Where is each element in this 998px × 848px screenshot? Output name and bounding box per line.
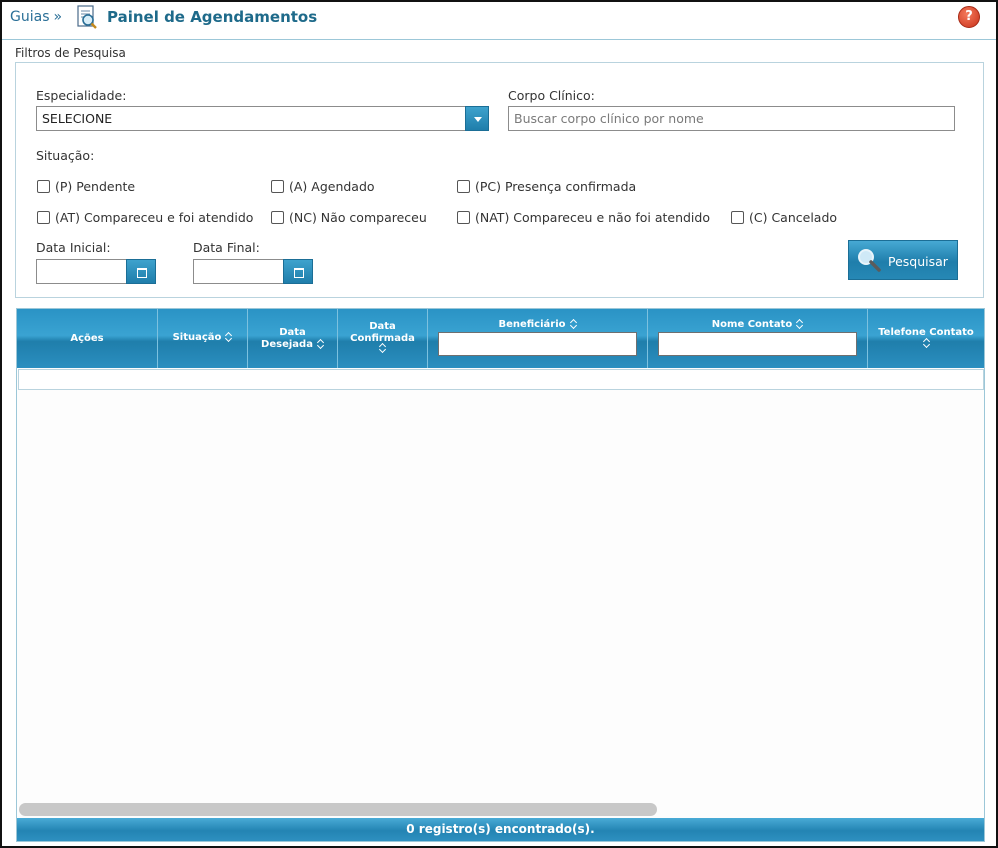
situacao-nao-compareceu-checkbox[interactable]: (NC) Não compareceu: [271, 210, 427, 225]
grid-footer: 0 registro(s) encontrado(s).: [17, 818, 984, 841]
checkbox-label: (C) Cancelado: [749, 210, 838, 225]
column-label: Ações: [70, 333, 104, 344]
situacao-label: Situação:: [36, 148, 95, 163]
breadcrumb-separator: »: [53, 9, 63, 25]
search-button-label: Pesquisar: [888, 254, 948, 269]
checkbox-label: (AT) Compareceu e foi atendido: [55, 210, 254, 225]
checkbox-box[interactable]: [37, 211, 50, 224]
checkbox-box[interactable]: [457, 180, 470, 193]
sort-icon[interactable]: [923, 338, 930, 348]
column-label: Nome Contato: [711, 319, 793, 330]
nome-contato-filter-input[interactable]: [658, 332, 857, 356]
sort-icon[interactable]: [570, 319, 577, 329]
horizontal-scrollbar[interactable]: [19, 803, 657, 816]
checkbox-label: (P) Pendente: [55, 179, 136, 194]
magnifier-icon: [858, 249, 881, 272]
checkbox-label: (PC) Presença confirmada: [475, 179, 637, 194]
corpo-clinico-label: Corpo Clínico:: [508, 88, 595, 103]
column-acoes: Ações: [17, 309, 158, 368]
column-label: Telefone Contato: [878, 327, 974, 338]
sort-icon[interactable]: [225, 332, 232, 342]
beneficiario-filter-input[interactable]: [438, 332, 637, 356]
data-final-input[interactable]: [193, 259, 284, 284]
column-label: Desejada: [261, 339, 313, 350]
filters-legend: Filtros de Pesquisa: [15, 46, 126, 60]
checkbox-box[interactable]: [37, 180, 50, 193]
column-data-confirmada[interactable]: Data Confirmada: [338, 309, 428, 368]
help-icon[interactable]: ?: [958, 6, 980, 28]
situacao-agendado-checkbox[interactable]: (A) Agendado: [271, 179, 375, 194]
checkbox-box[interactable]: [271, 211, 284, 224]
breadcrumb-guias[interactable]: Guias: [10, 9, 49, 25]
results-grid: Ações Situação Data Desejada Data Confir…: [16, 308, 985, 842]
especialidade-value: SELECIONE: [42, 111, 113, 126]
checkbox-box[interactable]: [271, 180, 284, 193]
document-search-icon: [77, 5, 97, 29]
sort-icon[interactable]: [317, 339, 324, 349]
chevron-down-icon[interactable]: [465, 106, 489, 131]
column-data-desejada[interactable]: Data Desejada: [248, 309, 338, 368]
checkbox-label: (NAT) Compareceu e não foi atendido: [475, 210, 710, 225]
column-telefone-contato[interactable]: Telefone Contato: [868, 309, 984, 368]
column-label: Data: [369, 321, 396, 332]
situacao-atendido-checkbox[interactable]: (AT) Compareceu e foi atendido: [37, 210, 253, 225]
sort-icon[interactable]: [379, 343, 386, 353]
checkbox-label: (NC) Não compareceu: [289, 210, 427, 225]
situacao-cancelado-checkbox[interactable]: (C) Cancelado: [731, 210, 837, 225]
breadcrumb[interactable]: Guias»: [10, 9, 62, 25]
column-situacao[interactable]: Situação: [158, 309, 248, 368]
data-final-label: Data Final:: [193, 240, 260, 255]
situacao-nao-atendido-checkbox[interactable]: (NAT) Compareceu e não foi atendido: [457, 210, 710, 225]
column-beneficiario[interactable]: Beneficiário: [428, 309, 648, 368]
checkbox-box[interactable]: [731, 211, 744, 224]
checkbox-label: (A) Agendado: [289, 179, 375, 194]
sort-icon[interactable]: [796, 319, 803, 329]
situacao-presenca-confirmada-checkbox[interactable]: (PC) Presença confirmada: [457, 179, 636, 194]
calendar-icon[interactable]: [283, 259, 313, 284]
corpo-clinico-input[interactable]: [508, 106, 955, 131]
column-label: Beneficiário: [498, 319, 566, 330]
table-row: [18, 369, 984, 390]
column-label: Data: [279, 327, 306, 338]
data-inicial-input[interactable]: [36, 259, 127, 284]
page-title: Painel de Agendamentos: [107, 8, 318, 26]
situacao-pendente-checkbox[interactable]: (P) Pendente: [37, 179, 135, 194]
grid-header: Ações Situação Data Desejada Data Confir…: [17, 309, 984, 368]
data-inicial-label: Data Inicial:: [36, 240, 111, 255]
column-label: Situação: [172, 332, 222, 343]
column-nome-contato[interactable]: Nome Contato: [648, 309, 868, 368]
especialidade-label: Especialidade:: [36, 88, 127, 103]
calendar-icon[interactable]: [126, 259, 156, 284]
checkbox-box[interactable]: [457, 211, 470, 224]
search-button[interactable]: Pesquisar: [848, 240, 958, 280]
especialidade-select[interactable]: SELECIONE: [36, 106, 489, 131]
page-header: Guias» Painel de Agendamentos ?: [2, 2, 996, 40]
